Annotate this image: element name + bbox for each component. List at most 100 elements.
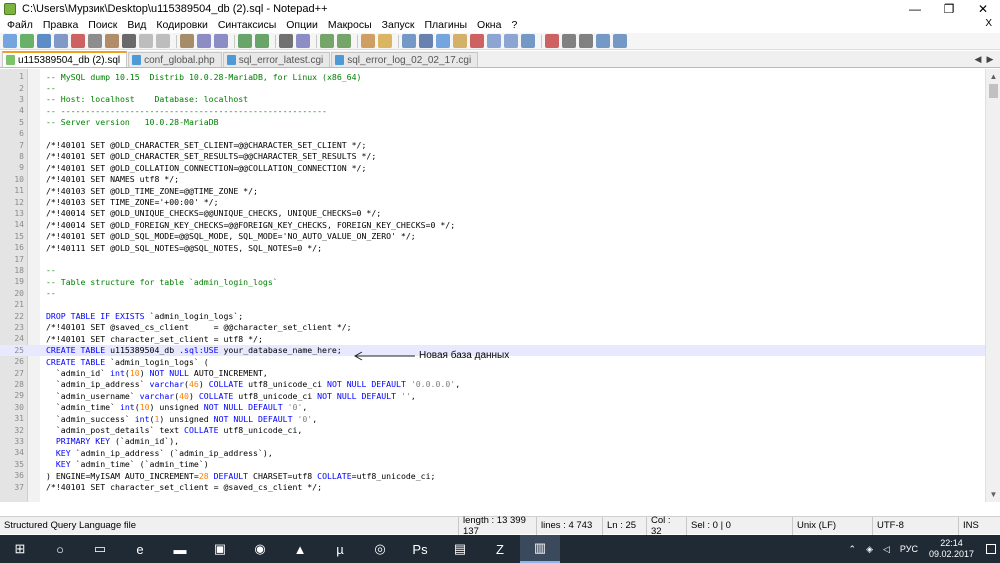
tab-0[interactable]: u115389504_db (2).sql xyxy=(2,51,128,67)
notepad-plus-plus-icon[interactable]: ▥ xyxy=(520,535,560,563)
menu-item[interactable]: Окна xyxy=(472,19,506,31)
status-encoding[interactable]: UTF-8 xyxy=(872,516,958,535)
vertical-scrollbar[interactable]: ▲ ▼ xyxy=(985,69,1000,502)
taskbar: ⊞ ○ ▭ e ▬ ▣ ◉ ▲ µ ◎ Ps ▤ Z ▥ ⌃ ◈ ◁ РУС 22:14 09.02.20… xyxy=(0,535,1000,563)
scroll-thumb[interactable] xyxy=(989,84,998,98)
menu-item[interactable]: Файл xyxy=(2,19,38,31)
steam-icon[interactable]: ◎ xyxy=(360,535,400,563)
toolbar-icon[interactable] xyxy=(255,34,269,48)
show-all-chars-icon[interactable] xyxy=(361,34,375,48)
document-map-icon[interactable] xyxy=(402,34,416,48)
code-text: `admin_time` int(10) unsigned NOT NULL D… xyxy=(46,402,308,413)
save-icon[interactable] xyxy=(37,34,51,48)
play-macro-icon[interactable] xyxy=(504,34,518,48)
vlc-icon[interactable]: ▲ xyxy=(280,535,320,563)
volume-icon[interactable]: ◁ xyxy=(883,544,890,555)
tab-2[interactable]: sql_error_latest.cgi xyxy=(222,52,331,67)
status-eol[interactable]: Unix (LF) xyxy=(792,516,872,535)
folder-workspace-icon[interactable] xyxy=(436,34,450,48)
menu-item[interactable]: Плагины xyxy=(419,19,472,31)
save-all-icon[interactable] xyxy=(54,34,68,48)
menu-item[interactable]: Вид xyxy=(122,19,151,31)
icon-a[interactable] xyxy=(562,34,576,48)
record-macro-icon[interactable] xyxy=(470,34,484,48)
menu-item[interactable]: Поиск xyxy=(83,19,122,31)
undo-icon[interactable] xyxy=(180,34,194,48)
tab-scroll-right-icon[interactable]: ▶ xyxy=(984,53,996,65)
cut-icon[interactable] xyxy=(122,34,136,48)
line-number: 24 xyxy=(14,334,24,344)
tab-scroll-left-icon[interactable]: ◀ xyxy=(972,53,984,65)
code-line: 31 `admin_success` int(1) unsigned NOT N… xyxy=(0,413,985,424)
redo-icon[interactable] xyxy=(197,34,211,48)
scroll-up-icon[interactable]: ▲ xyxy=(986,69,1000,84)
save-macro-icon[interactable] xyxy=(545,34,559,48)
run-macro-icon[interactable] xyxy=(521,34,535,48)
function-list-icon[interactable] xyxy=(419,34,433,48)
print-icon[interactable] xyxy=(105,34,119,48)
zoom-out-icon[interactable] xyxy=(279,34,293,48)
menu-item[interactable]: Запуск xyxy=(377,19,420,31)
close-button[interactable]: ✕ xyxy=(966,0,1000,17)
search-icon[interactable]: ○ xyxy=(40,535,80,563)
windows-start-icon[interactable]: ⊞ xyxy=(0,535,40,563)
menu-close-button[interactable]: X xyxy=(985,18,992,29)
language-indicator[interactable]: РУС xyxy=(900,544,918,554)
menu-item[interactable]: Кодировки xyxy=(151,19,212,31)
code-line: 24 /*!40101 SET character_set_client = ut… xyxy=(0,333,985,344)
code-line: 4 -- ------------------------------------… xyxy=(0,105,985,116)
code-line: 12 /*!40103 SET TIME_ZONE='+00:00' */; xyxy=(0,196,985,207)
icon-c[interactable] xyxy=(596,34,610,48)
stop-record-icon[interactable] xyxy=(487,34,501,48)
photoshop-icon[interactable]: Ps xyxy=(400,535,440,563)
chrome-icon[interactable]: ◉ xyxy=(240,535,280,563)
menu-item[interactable]: Синтаксисы xyxy=(213,19,281,31)
tab-label: u115389504_db (2).sql xyxy=(18,54,121,66)
toolbar-icon[interactable] xyxy=(214,34,228,48)
network-icon[interactable]: ◈ xyxy=(866,544,873,555)
tab-1[interactable]: conf_global.php xyxy=(128,52,222,67)
maximize-button[interactable]: ❐ xyxy=(932,0,966,17)
open-file-icon[interactable] xyxy=(20,34,34,48)
sync-horizontal-icon[interactable] xyxy=(320,34,334,48)
code-line: 5 -- Server version 10.0.28-MariaDB xyxy=(0,117,985,128)
scroll-down-icon[interactable]: ▼ xyxy=(986,487,1000,502)
toolbar-icon[interactable] xyxy=(337,34,351,48)
menu-item[interactable]: ? xyxy=(506,19,522,31)
minimize-button[interactable]: — xyxy=(898,0,932,17)
task-view-icon[interactable]: ▭ xyxy=(80,535,120,563)
icon-d[interactable] xyxy=(613,34,627,48)
toolbar-icon[interactable] xyxy=(296,34,310,48)
filezilla-icon[interactable]: Z xyxy=(480,535,520,563)
icon-b[interactable] xyxy=(579,34,593,48)
code-line: 28 `admin_ip_address` varchar(46) COLLAT… xyxy=(0,379,985,390)
store-icon[interactable]: ▣ xyxy=(200,535,240,563)
file-icon xyxy=(335,55,345,65)
replace-icon[interactable] xyxy=(238,34,252,48)
clock[interactable]: 22:14 09.02.2017 xyxy=(929,538,974,560)
line-number: 9 xyxy=(19,163,24,173)
menu-item[interactable]: Правка xyxy=(38,19,83,31)
code-text: /*!40103 SET TIME_ZONE='+00:00' */; xyxy=(46,197,219,208)
status-length: length : 13 399 137 xyxy=(458,515,536,537)
new-file-icon[interactable] xyxy=(3,34,17,48)
close-all-icon[interactable] xyxy=(88,34,102,48)
monitoring-icon[interactable] xyxy=(453,34,467,48)
close-icon[interactable] xyxy=(71,34,85,48)
code-line: 6 xyxy=(0,128,985,139)
people-icon[interactable]: ⌃ xyxy=(849,544,857,555)
paste-icon[interactable] xyxy=(156,34,170,48)
edge-icon[interactable]: e xyxy=(120,535,160,563)
explorer-icon[interactable]: ▬ xyxy=(160,535,200,563)
code-text: /*!40101 SET @saved_cs_client = @@charac… xyxy=(46,322,352,333)
tab-3[interactable]: sql_error_log_02_02_17.cgi xyxy=(331,52,479,67)
notification-icon[interactable] xyxy=(986,544,996,554)
menu-item[interactable]: Опции xyxy=(281,19,323,31)
line-number: 10 xyxy=(14,174,24,184)
copy-icon[interactable] xyxy=(139,34,153,48)
utorrent-icon[interactable]: µ xyxy=(320,535,360,563)
editor[interactable]: 1 -- MySQL dump 10.15 Distrib 10.0.28-Mar… xyxy=(0,69,1000,502)
toolbar-icon[interactable] xyxy=(378,34,392,48)
notepad-icon[interactable]: ▤ xyxy=(440,535,480,563)
menu-item[interactable]: Макросы xyxy=(323,19,377,31)
